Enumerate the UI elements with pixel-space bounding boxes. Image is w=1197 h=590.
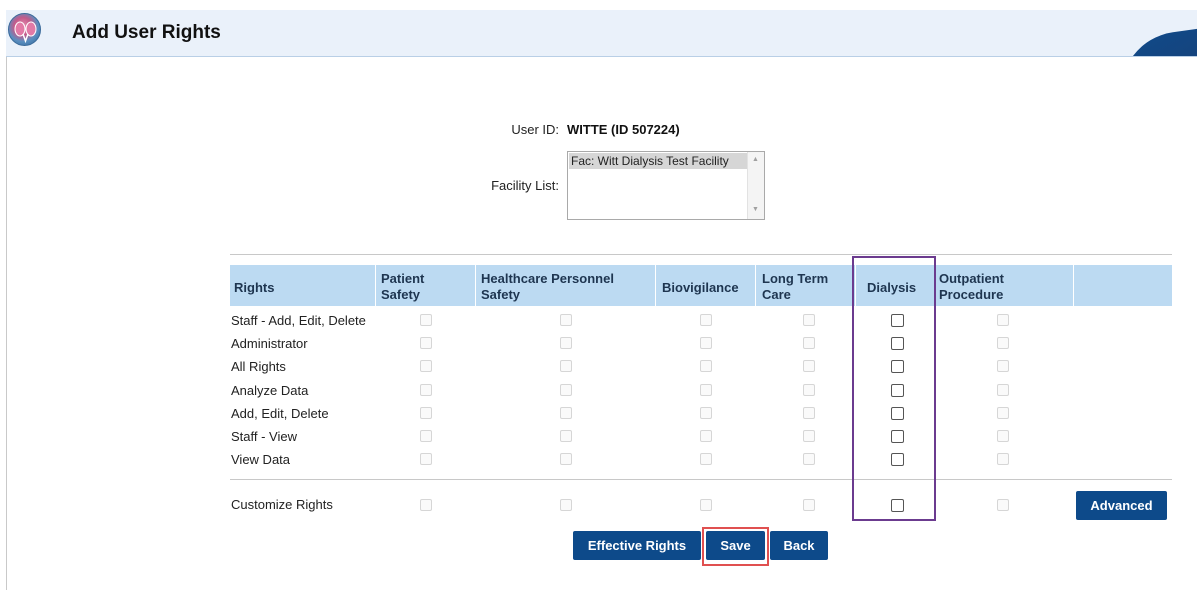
col-header-ltc-line2: Care (762, 287, 791, 302)
customize-checkbox-ltc (803, 499, 815, 511)
rights-checkbox-hps (560, 360, 572, 372)
rights-checkbox-biovigilance (700, 407, 712, 419)
rights-row-label: View Data (231, 452, 291, 467)
rights-checkbox-hps (560, 430, 572, 442)
rights-checkbox-outpatient (997, 360, 1009, 372)
col-header-biovigilance: Biovigilance (662, 280, 739, 295)
col-header-rights: Rights (234, 280, 275, 295)
rights-checkbox-patient_safety (420, 360, 432, 372)
rights-checkbox-hps (560, 384, 572, 396)
rights-row-label: Staff - View (231, 429, 297, 444)
rights-row-label: Add, Edit, Delete (231, 406, 329, 421)
customize-rights-label: Customize Rights (231, 497, 333, 512)
rights-checkbox-patient_safety (420, 337, 432, 349)
facility-list-select[interactable]: Fac: Witt Dialysis Test Facility ▲ ▼ (567, 151, 765, 220)
user-id-value: WITTE (ID 507224) (567, 122, 680, 137)
customize-checkbox-outpatient (997, 499, 1009, 511)
rights-checkbox-ltc (803, 430, 815, 442)
rights-checkbox-ltc (803, 407, 815, 419)
header-separator (1073, 265, 1074, 306)
rights-checkbox-patient_safety (420, 407, 432, 419)
bottom-divider (230, 479, 1172, 480)
rights-checkbox-biovigilance (700, 384, 712, 396)
page-title: Add User Rights (72, 22, 221, 43)
rights-checkbox-biovigilance (700, 430, 712, 442)
rights-checkbox-hps (560, 314, 572, 326)
rights-checkbox-biovigilance (700, 337, 712, 349)
rights-checkbox-patient_safety (420, 430, 432, 442)
col-header-patient-safety-line2: Safety (381, 287, 421, 302)
dialysis-column-highlight (852, 256, 936, 521)
header-separator (375, 265, 376, 306)
rights-checkbox-patient_safety (420, 314, 432, 326)
rights-checkbox-outpatient (997, 314, 1009, 326)
kidney-logo-icon (8, 13, 41, 46)
facility-option[interactable]: Fac: Witt Dialysis Test Facility (569, 153, 747, 169)
rights-checkbox-hps (560, 337, 572, 349)
rights-checkbox-hps (560, 453, 572, 465)
customize-checkbox-patient_safety (420, 499, 432, 511)
rights-checkbox-biovigilance (700, 453, 712, 465)
rights-row-label: Analyze Data (231, 383, 309, 398)
rights-checkbox-outpatient (997, 384, 1009, 396)
col-header-hps-line2: Safety (481, 287, 521, 302)
effective-rights-button[interactable]: Effective Rights (573, 531, 701, 560)
top-divider (230, 254, 1172, 255)
back-button[interactable]: Back (770, 531, 828, 560)
rights-checkbox-patient_safety (420, 384, 432, 396)
rights-row-label: Administrator (231, 336, 308, 351)
header-swoosh-decoration (1113, 23, 1197, 56)
header-separator (755, 265, 756, 306)
rights-checkbox-biovigilance (700, 360, 712, 372)
rights-checkbox-ltc (803, 384, 815, 396)
rights-row-label: All Rights (231, 359, 286, 374)
facility-list-label: Facility List: (491, 178, 559, 193)
customize-checkbox-biovigilance (700, 499, 712, 511)
save-button-highlight (702, 527, 769, 566)
rights-checkbox-outpatient (997, 407, 1009, 419)
rights-checkbox-ltc (803, 360, 815, 372)
rights-checkbox-patient_safety (420, 453, 432, 465)
header-separator (655, 265, 656, 306)
rights-row-label: Staff - Add, Edit, Delete (231, 313, 366, 328)
rights-checkbox-biovigilance (700, 314, 712, 326)
advanced-button[interactable]: Advanced (1076, 491, 1167, 520)
header-separator (475, 265, 476, 306)
rights-checkbox-ltc (803, 337, 815, 349)
customize-checkbox-hps (560, 499, 572, 511)
scroll-up-icon[interactable]: ▲ (752, 156, 759, 163)
col-header-ltc-line1: Long Term (762, 271, 829, 286)
user-id-label: User ID: (511, 122, 559, 137)
rights-checkbox-ltc (803, 453, 815, 465)
rights-checkbox-outpatient (997, 430, 1009, 442)
rights-checkbox-hps (560, 407, 572, 419)
col-header-outpatient-line1: Outpatient (939, 271, 1004, 286)
col-header-patient-safety-line1: Patient (381, 271, 425, 286)
col-header-hps-line1: Healthcare Personnel (481, 271, 614, 286)
col-header-outpatient-line2: Procedure (939, 287, 1004, 302)
rights-checkbox-outpatient (997, 453, 1009, 465)
rights-checkbox-outpatient (997, 337, 1009, 349)
facility-list-scrollbar[interactable]: ▲ ▼ (747, 152, 764, 219)
rights-checkbox-ltc (803, 314, 815, 326)
scroll-down-icon[interactable]: ▼ (752, 206, 759, 213)
